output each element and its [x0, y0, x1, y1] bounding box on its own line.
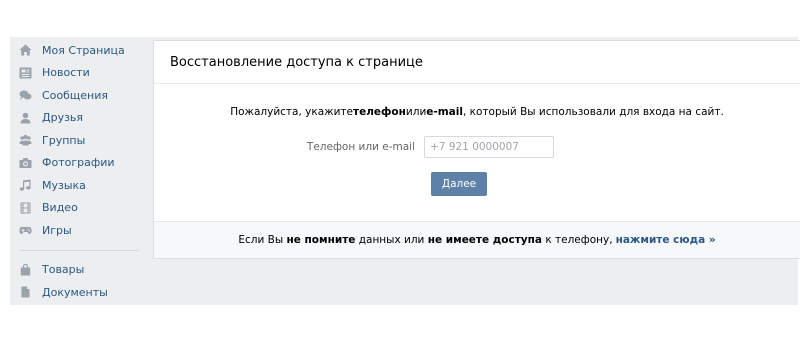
sidebar-item-label: Новости	[42, 66, 90, 80]
footer-bold-no-access: не имеете доступа	[427, 234, 542, 246]
music-note-icon	[19, 179, 32, 191]
instruction-text-part: Пожалуйста, укажите	[230, 106, 353, 118]
sidebar-item-label: Музыка	[42, 178, 86, 192]
sidebar-item-groups[interactable]: Группы	[10, 129, 140, 152]
sidebar-item-friends[interactable]: Друзья	[10, 107, 140, 130]
sidebar-item-games[interactable]: Игры	[10, 219, 140, 242]
sidebar-item-label: Документы	[42, 285, 108, 299]
home-icon	[19, 44, 32, 56]
sidebar-item-news[interactable]: Новости	[10, 62, 140, 85]
gamepad-icon	[19, 224, 32, 236]
shopping-bag-icon	[19, 263, 32, 276]
phone-or-email-label: Телефон или e-mail	[306, 141, 415, 153]
card-body: Пожалуйста, укажитетелефонилиe-mail, кот…	[154, 84, 800, 223]
login-form-row: Телефон или e-mail	[154, 136, 800, 158]
sidebar-item-label: Моя Страница	[42, 43, 125, 57]
news-icon	[19, 67, 32, 79]
groups-icon	[19, 134, 32, 146]
sidebar-item-goods[interactable]: Товары	[10, 259, 140, 282]
sidebar-item-label: Игры	[42, 223, 72, 237]
instruction-text: Пожалуйста, укажитетелефонилиe-mail, кот…	[154, 106, 800, 118]
sidebar-item-messages[interactable]: Сообщения	[10, 84, 140, 107]
sidebar-item-label: Группы	[42, 133, 86, 147]
sidebar-item-label: Видео	[42, 201, 78, 215]
next-button[interactable]: Далее	[431, 172, 487, 196]
sidebar-item-label: Сообщения	[42, 88, 109, 102]
card-header: Восстановление доступа к странице	[154, 41, 800, 84]
camera-icon	[19, 157, 32, 169]
sidebar-item-photos[interactable]: Фотографии	[10, 152, 140, 175]
sidebar-divider	[20, 249, 138, 251]
film-icon	[19, 202, 32, 214]
sidebar-item-music[interactable]: Музыка	[10, 174, 140, 197]
sidebar-item-video[interactable]: Видео	[10, 197, 140, 220]
page-background: Моя Страница Новости Сообщения Друзья Гр…	[10, 37, 800, 305]
messages-icon	[19, 89, 32, 101]
page-title: Восстановление доступа к странице	[170, 54, 423, 70]
instruction-bold-phone: телефон	[353, 106, 406, 118]
footer-text-part: Если Вы	[238, 234, 284, 246]
friend-icon	[19, 112, 32, 124]
phone-or-email-input[interactable]	[424, 136, 554, 158]
sidebar-item-label: Друзья	[42, 111, 84, 125]
sidebar-item-my-page[interactable]: Моя Страница	[10, 39, 140, 62]
card-footer: Если Вы не помните данных или не имеете …	[154, 221, 800, 258]
click-here-link[interactable]: нажмите сюда »	[616, 234, 716, 246]
footer-text-part: к телефону,	[545, 234, 613, 246]
instruction-text-part: или	[405, 106, 427, 118]
sidebar-item-documents[interactable]: Документы	[10, 281, 140, 304]
sidebar-item-label: Фотографии	[42, 156, 115, 170]
sidebar-item-label: Товары	[42, 263, 85, 277]
left-sidebar: Моя Страница Новости Сообщения Друзья Гр…	[10, 39, 140, 304]
document-icon	[19, 286, 32, 298]
restore-access-card: Восстановление доступа к странице Пожалу…	[153, 40, 800, 259]
footer-bold-forgot: не помните	[286, 234, 356, 246]
instruction-bold-email: e-mail	[426, 106, 463, 118]
instruction-text-part: , который Вы использовали для входа на с…	[462, 106, 724, 118]
footer-text-part: данных или	[358, 234, 425, 246]
